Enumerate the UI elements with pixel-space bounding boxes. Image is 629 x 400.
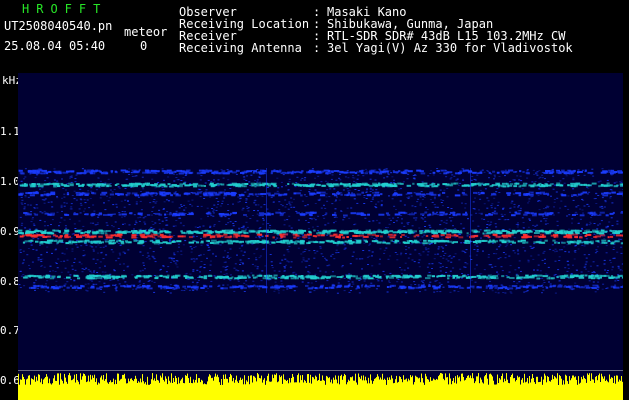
- y-tick-label: 0.6: [0, 374, 20, 387]
- y-tick-label: 1.0: [0, 175, 20, 188]
- antenna-label: Receiving Antenna: [179, 41, 302, 55]
- datetime-label: 25.08.04 05:40: [4, 39, 106, 53]
- colon: :: [313, 41, 321, 55]
- spectrogram-plot: [18, 73, 623, 400]
- y-tick-label: 0.9: [0, 225, 20, 238]
- y-tick-label: 1.1: [0, 125, 20, 138]
- antenna-value: 3el Yagi(V) Az 330 for Vladivostok: [327, 41, 573, 55]
- y-tick-label: 0.8: [0, 275, 20, 288]
- spectrogram-canvas: [18, 73, 623, 400]
- count-label: 0: [140, 39, 148, 53]
- filename-label: UT2508040540.pn: [4, 19, 113, 33]
- meteor-label: meteor: [124, 25, 168, 39]
- y-tick-label: 0.7: [0, 324, 20, 337]
- app-brand: HROFFT: [22, 2, 108, 16]
